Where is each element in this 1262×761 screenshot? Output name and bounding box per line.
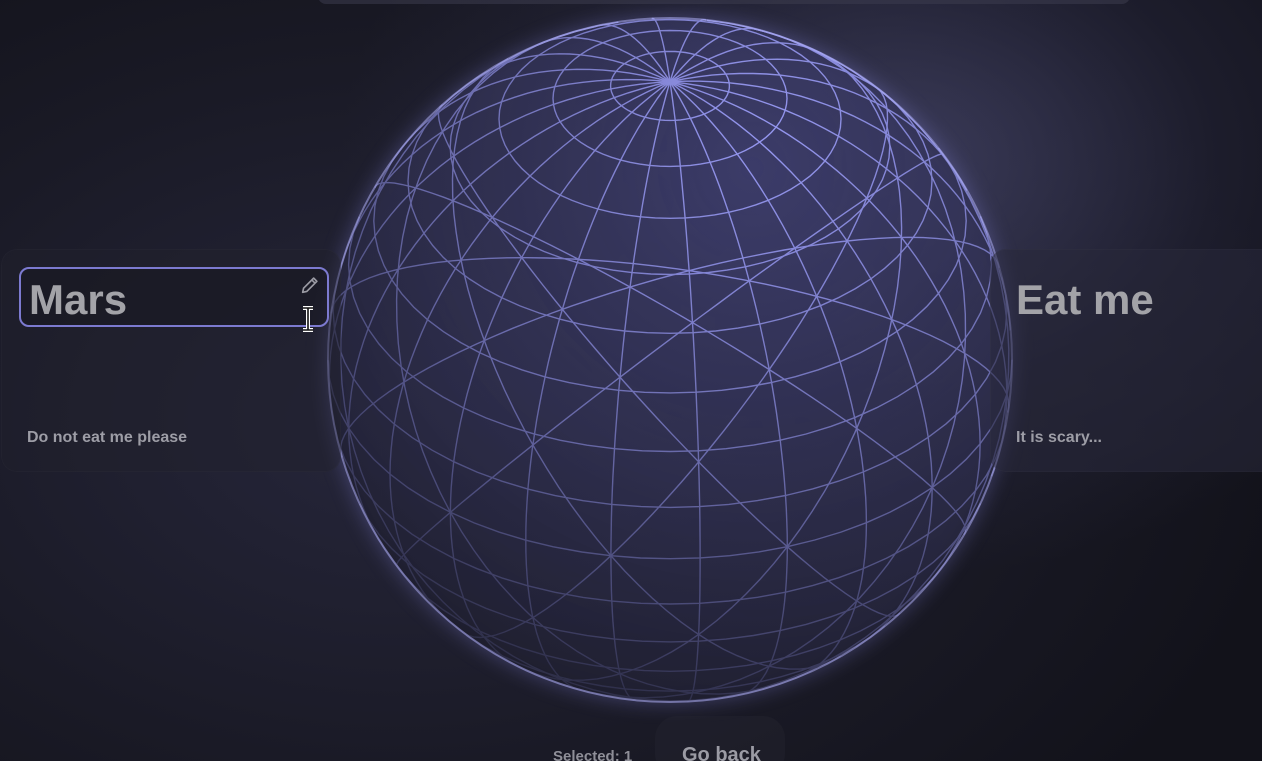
bottom-bar: Selected: 1 Go back <box>0 716 1262 761</box>
planet-card-mars[interactable]: Mars Do not eat me please <box>1 249 341 472</box>
card-title: Eat me <box>1016 276 1154 323</box>
planet-card-eat-me[interactable]: Eat me It is scary... <box>990 249 1262 472</box>
text-cursor-icon <box>303 306 313 332</box>
card-title-input[interactable]: Mars <box>19 267 329 327</box>
app-canvas: Mars Do not eat me please Eat me It is s… <box>0 0 1262 761</box>
card-description: Do not eat me please <box>27 429 188 446</box>
go-back-label: Go back <box>682 744 761 761</box>
top-panel-edge <box>318 0 1130 4</box>
card-description: It is scary... <box>1016 429 1102 446</box>
pencil-icon[interactable] <box>299 274 321 296</box>
card-title[interactable]: Mars <box>29 277 127 323</box>
wireframe-globe[interactable] <box>318 8 1018 708</box>
selected-count: Selected: 1 <box>553 748 633 761</box>
go-back-button[interactable]: Go back <box>655 716 785 761</box>
